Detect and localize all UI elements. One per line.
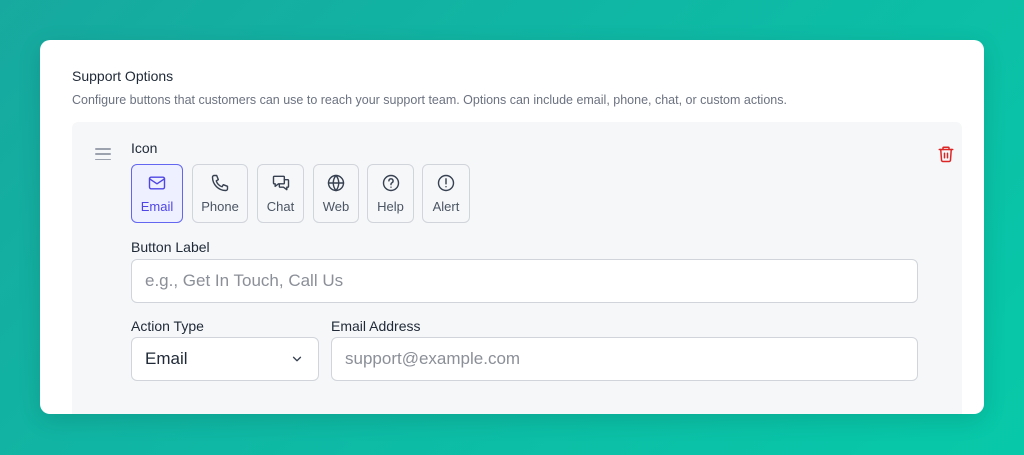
chat-icon — [272, 175, 289, 191]
icon-option-help[interactable]: Help — [367, 164, 414, 223]
globe-icon — [327, 174, 345, 192]
action-type-value: Email — [145, 349, 188, 368]
icon-option-label: Alert — [432, 199, 460, 214]
section-description: Configure buttons that customers can use… — [72, 93, 787, 107]
icon-option-label: Web — [322, 199, 350, 214]
alert-icon — [437, 174, 455, 192]
icon-option-chat[interactable]: Chat — [257, 164, 304, 223]
support-option-item: Icon Email Phone Chat Web Help Alert But… — [72, 122, 962, 414]
icon-option-label: Email — [140, 199, 174, 214]
help-icon — [382, 174, 399, 192]
button-label-field-label: Button Label — [131, 239, 210, 255]
action-type-field-label: Action Type — [131, 318, 204, 334]
section-title: Support Options — [72, 68, 174, 84]
icon-option-alert[interactable]: Alert — [422, 164, 470, 223]
mail-icon — [148, 176, 166, 190]
icon-option-label: Chat — [266, 199, 295, 214]
action-type-select[interactable]: Email — [131, 337, 319, 381]
chevron-down-icon — [292, 356, 302, 362]
support-options-card: Support Options Configure buttons that c… — [40, 40, 984, 414]
phone-icon — [211, 174, 229, 192]
trash-icon — [938, 146, 954, 163]
email-address-input[interactable] — [331, 337, 918, 381]
icon-option-label: Help — [377, 199, 404, 214]
icon-option-email[interactable]: Email — [131, 164, 183, 223]
drag-handle-icon[interactable] — [95, 148, 111, 160]
button-label-input[interactable] — [131, 259, 918, 303]
icon-option-web[interactable]: Web — [313, 164, 359, 223]
delete-option-button[interactable] — [935, 142, 957, 166]
icon-field-label: Icon — [131, 140, 158, 156]
icon-option-phone[interactable]: Phone — [192, 164, 248, 223]
icon-option-label: Phone — [201, 199, 239, 214]
email-address-field-label: Email Address — [331, 318, 421, 334]
